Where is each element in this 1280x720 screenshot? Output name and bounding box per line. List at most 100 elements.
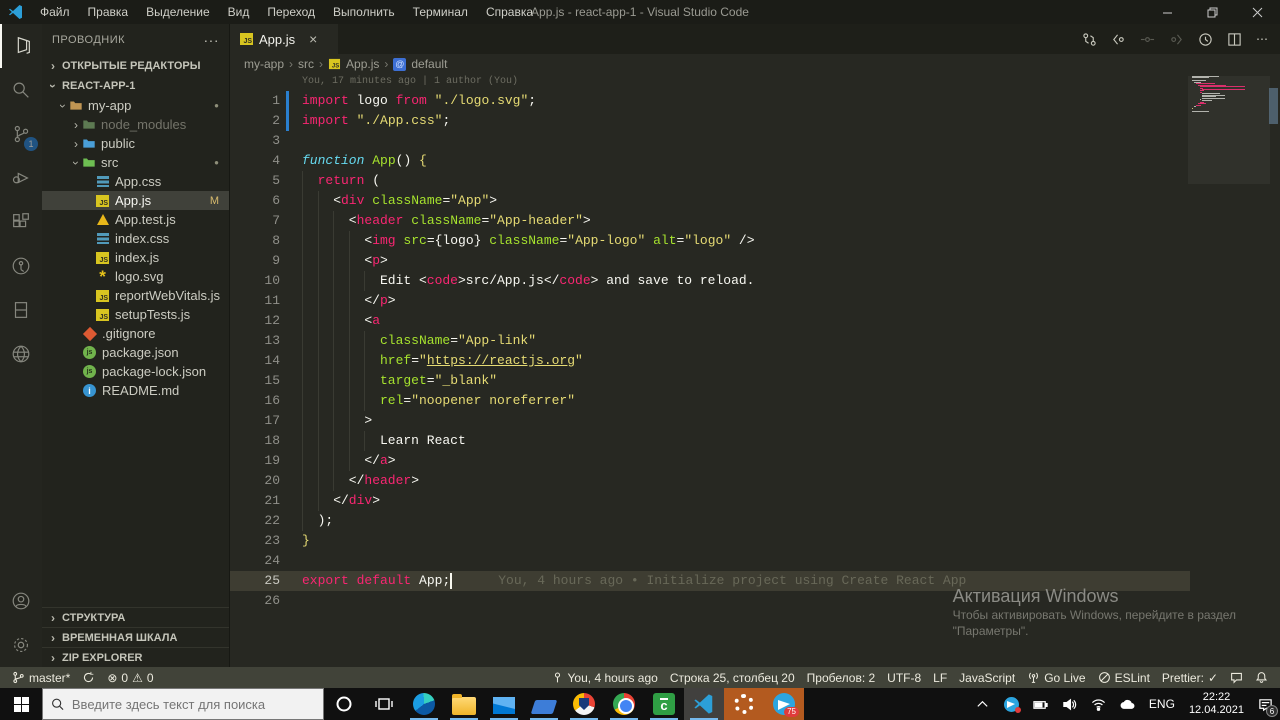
start-button[interactable] (0, 688, 42, 720)
restore-button[interactable] (1190, 0, 1235, 24)
tab-close-icon[interactable]: × (309, 31, 317, 47)
problems-indicator[interactable]: ⊗ 0 ⚠ 0 (101, 667, 159, 688)
tree-item-index.js[interactable]: JS index.js (42, 248, 229, 267)
taskbar-telegram-icon[interactable]: 75 (764, 688, 804, 720)
tree-item-App.js[interactable]: JS App.js M (42, 191, 229, 210)
code-line-24[interactable]: 24 (230, 551, 1190, 571)
compare-icon[interactable] (1140, 32, 1155, 47)
code-line-2[interactable]: 2 import "./App.css"; (230, 111, 1190, 131)
open-editors-section[interactable]: › ОТКРЫТЫЕ РЕДАКТОРЫ (42, 56, 229, 76)
code-line-11[interactable]: 11 </p> (230, 291, 1190, 311)
tree-item-reportWebVitals.js[interactable]: JS reportWebVitals.js (42, 286, 229, 305)
code-line-23[interactable]: 23} (230, 531, 1190, 551)
prettier-status[interactable]: Prettier: ✓ (1156, 667, 1224, 688)
split-editor-icon[interactable] (1227, 32, 1242, 47)
minimap-slider[interactable] (1188, 76, 1270, 184)
breadcrumb-folder[interactable]: my-app (244, 57, 284, 71)
code-line-19[interactable]: 19 </a> (230, 451, 1190, 471)
gitlens-icon[interactable] (0, 244, 42, 288)
code-line-8[interactable]: 8 <img src={logo} className="App-logo" al… (230, 231, 1190, 251)
onedrive-icon[interactable] (1113, 688, 1142, 720)
taskbar-file-explorer-icon[interactable] (444, 688, 484, 720)
project-section[interactable]: › REACT-APP-1 (42, 76, 229, 96)
wifi-icon[interactable] (1084, 688, 1113, 720)
codelens-blame[interactable]: You, 17 minutes ago | 1 author (You) (302, 76, 1190, 91)
code-line-16[interactable]: 16 rel="noopener noreferrer" (230, 391, 1190, 411)
outline-section[interactable]: › СТРУКТУРА (42, 607, 229, 627)
settings-gear-icon[interactable] (0, 623, 42, 667)
tree-item-node_modules[interactable]: › node_modules (42, 115, 229, 134)
code-line-13[interactable]: 13 className="App-link" (230, 331, 1190, 351)
code-line-12[interactable]: 12 <a (230, 311, 1190, 331)
menu-go[interactable]: Переход (259, 3, 323, 21)
taskbar-green-app-icon[interactable]: c (644, 688, 684, 720)
eol-indicator[interactable]: LF (927, 667, 953, 688)
tab-appjs[interactable]: JS App.js × (230, 24, 338, 54)
remote-explorer-icon[interactable] (0, 288, 42, 332)
indentation[interactable]: Пробелов: 2 (801, 667, 882, 688)
go-live-button[interactable]: Go Live (1021, 667, 1091, 688)
tree-item-index.css[interactable]: index.css (42, 229, 229, 248)
language-mode[interactable]: JavaScript (953, 667, 1021, 688)
taskbar-mail-icon[interactable] (484, 688, 524, 720)
taskbar-chrome-icon[interactable] (604, 688, 644, 720)
action-center-icon[interactable]: 6 (1251, 688, 1280, 720)
code-line-22[interactable]: 22); (230, 511, 1190, 531)
eslint-status[interactable]: ESLint (1092, 667, 1156, 688)
editor-scrollbar[interactable] (1268, 76, 1280, 667)
tree-item-logo.svg[interactable]: * logo.svg (42, 267, 229, 286)
encoding[interactable]: UTF-8 (881, 667, 927, 688)
feedback-button[interactable] (1224, 667, 1249, 688)
explorer-more-icon[interactable]: ··· (204, 32, 220, 48)
blame-status[interactable]: You, 4 hours ago (545, 667, 664, 688)
taskbar-browser2-icon[interactable] (564, 688, 604, 720)
code-line-9[interactable]: 9 <p> (230, 251, 1190, 271)
menu-file[interactable]: Файл (32, 3, 78, 21)
tree-item-package.json[interactable]: js package.json (42, 343, 229, 362)
code-line-10[interactable]: 10 Edit <code>src/App.js</code> and save … (230, 271, 1190, 291)
branch-indicator[interactable]: master* (6, 667, 76, 688)
code-line-21[interactable]: 21 </div> (230, 491, 1190, 511)
code-line-25[interactable]: 25 export default App; You, 4 hours ago • … (230, 571, 1190, 591)
timeline-section[interactable]: › ВРЕМЕННАЯ ШКАЛА (42, 627, 229, 647)
breadcrumb-file[interactable]: App.js (346, 57, 379, 71)
tree-item-src[interactable]: › src ● (42, 153, 229, 172)
battery-icon[interactable] (1026, 688, 1055, 720)
tree-item-App.test.js[interactable]: App.test.js (42, 210, 229, 229)
cortana-button[interactable] (324, 688, 364, 720)
tree-item-package-lock.json[interactable]: js package-lock.json (42, 362, 229, 381)
extensions-icon[interactable] (0, 200, 42, 244)
tree-item-public[interactable]: › public (42, 134, 229, 153)
minimize-button[interactable] (1145, 0, 1190, 24)
tray-telegram-icon[interactable] (997, 688, 1026, 720)
sync-button[interactable] (76, 667, 101, 688)
cursor-position[interactable]: Строка 25, столбец 20 (664, 667, 801, 688)
code-line-6[interactable]: 6 <div className="App"> (230, 191, 1190, 211)
taskbar-vscode-icon[interactable] (684, 688, 724, 720)
code-line-15[interactable]: 15 target="_blank" (230, 371, 1190, 391)
code-line-17[interactable]: 17 > (230, 411, 1190, 431)
menu-edit[interactable]: Правка (80, 3, 137, 21)
code-line-14[interactable]: 14 href="https://reactjs.org" (230, 351, 1190, 371)
taskbar-your-phone-icon[interactable] (524, 688, 564, 720)
tree-item-my-app[interactable]: › my-app ● (42, 96, 229, 115)
zip-explorer-section[interactable]: › ZIP EXPLORER (42, 647, 229, 667)
source-control-icon[interactable]: 1 (0, 112, 42, 156)
code-line-3[interactable]: 3 (230, 131, 1190, 151)
language-indicator[interactable]: ENG (1142, 688, 1182, 720)
code-line-20[interactable]: 20 </header> (230, 471, 1190, 491)
run-debug-icon[interactable] (0, 156, 42, 200)
search-input[interactable] (71, 696, 315, 712)
menu-selection[interactable]: Выделение (138, 3, 218, 21)
code-line-26[interactable]: 26 (230, 591, 1190, 611)
code-line-4[interactable]: 4 function App() { (230, 151, 1190, 171)
code-line-7[interactable]: 7 <header className="App-header"> (230, 211, 1190, 231)
explorer-icon[interactable] (0, 24, 42, 68)
task-view-button[interactable] (364, 688, 404, 720)
taskbar-orange-app-icon[interactable] (724, 688, 764, 720)
menu-view[interactable]: Вид (220, 3, 258, 21)
volume-icon[interactable] (1055, 688, 1084, 720)
minimap[interactable] (1188, 76, 1270, 256)
next-change-icon[interactable] (1169, 32, 1184, 47)
code-line-18[interactable]: 18 Learn React (230, 431, 1190, 451)
